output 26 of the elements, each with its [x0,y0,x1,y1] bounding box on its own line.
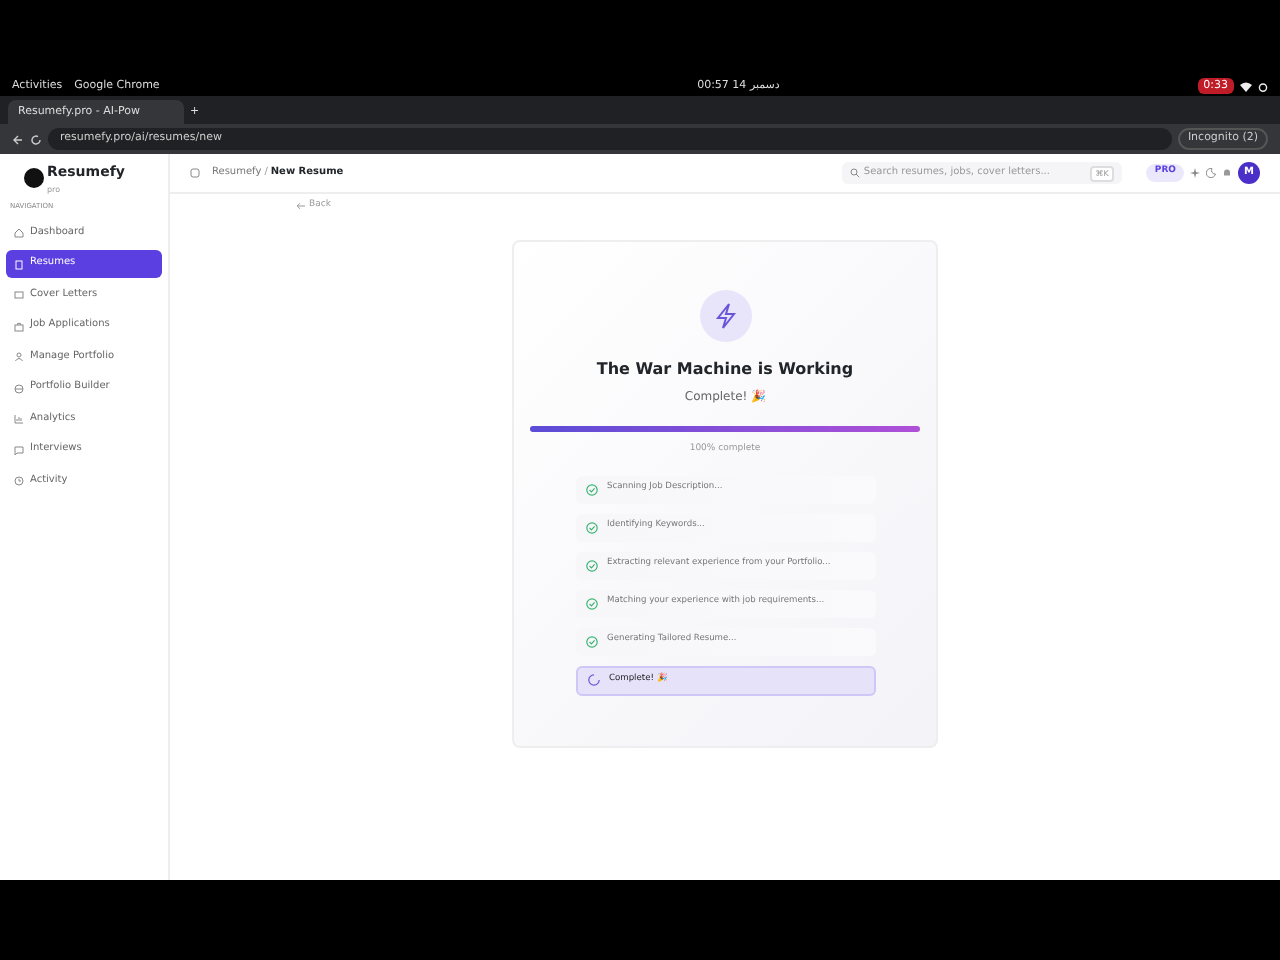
check-circle-icon [585,559,597,571]
sparkle-icon[interactable] [1190,168,1200,178]
briefcase-icon [14,321,24,331]
chat-icon [14,445,24,455]
lightning-icon [699,289,751,342]
chart-icon [14,414,24,424]
reload-icon[interactable] [30,133,42,145]
check-circle-icon [585,483,597,495]
card-title: The War Machine is Working [594,357,856,382]
home-icon [14,228,24,238]
envelope-icon [14,290,24,300]
back-icon[interactable] [12,133,24,145]
document-icon [14,259,24,269]
check-circle-icon [585,635,597,647]
back-arrow-icon [296,202,306,211]
check-circle-icon [585,597,597,609]
logo-icon [24,168,44,189]
wifi-icon[interactable] [1240,81,1252,91]
moon-icon[interactable] [1206,168,1216,178]
sidebar-toggle-icon[interactable] [190,168,200,178]
spinner-icon [587,674,599,686]
globe-icon [14,383,24,393]
search-icon [850,168,861,178]
check-circle-icon [585,521,597,533]
clock-icon [14,476,24,486]
user-icon [14,352,24,362]
